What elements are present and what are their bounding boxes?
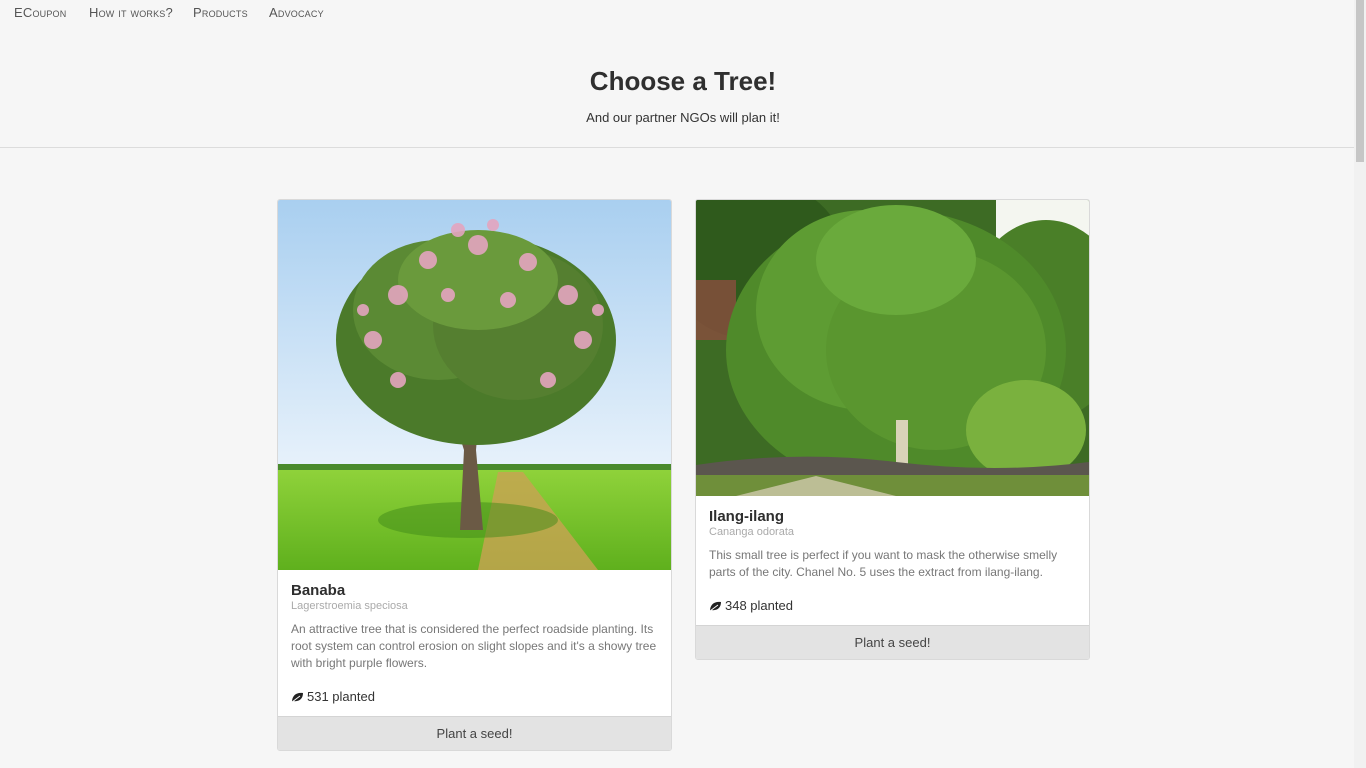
nav-item-products[interactable]: Products bbox=[193, 5, 248, 20]
plant-seed-button[interactable]: Plant a seed! bbox=[696, 625, 1089, 659]
tree-scientific-name: Lagerstroemia speciosa bbox=[291, 600, 408, 612]
page-scrollbar[interactable] bbox=[1354, 0, 1366, 768]
planted-count: 531 planted bbox=[291, 689, 375, 704]
tree-card-banaba: Banaba Lagerstroemia speciosa An attract… bbox=[277, 199, 672, 751]
top-nav: ECoupon How it works? Products Advocacy bbox=[0, 0, 1354, 26]
page-title: Choose a Tree! bbox=[589, 66, 777, 96]
plant-seed-button[interactable]: Plant a seed! bbox=[278, 716, 671, 750]
planted-count-label: 348 planted bbox=[725, 598, 793, 613]
planted-count: 348 planted bbox=[709, 598, 793, 613]
leaf-icon bbox=[709, 600, 722, 612]
leaf-icon bbox=[291, 691, 304, 703]
scrollbar-thumb[interactable] bbox=[1356, 0, 1364, 162]
planted-count-label: 531 planted bbox=[307, 689, 375, 704]
tree-card-ilang-ilang: Ilang-ilang Cananga odorata This small t… bbox=[695, 199, 1090, 660]
page-subtitle: And our partner NGOs will plan it! bbox=[586, 110, 780, 125]
tree-description: This small tree is perfect if you want t… bbox=[709, 548, 1058, 579]
tree-image-banaba bbox=[278, 200, 671, 570]
tree-description: An attractive tree that is considered th… bbox=[291, 622, 657, 670]
tree-scientific-name: Cananga odorata bbox=[709, 526, 795, 538]
nav-item-how-it-works[interactable]: How it works? bbox=[89, 5, 173, 20]
tree-name: Banaba bbox=[291, 582, 346, 599]
tree-name: Ilang-ilang bbox=[709, 508, 784, 525]
tree-image-ilang-ilang bbox=[696, 200, 1089, 496]
nav-item-advocacy[interactable]: Advocacy bbox=[269, 5, 324, 20]
nav-item-ecoupon[interactable]: ECoupon bbox=[14, 5, 66, 20]
